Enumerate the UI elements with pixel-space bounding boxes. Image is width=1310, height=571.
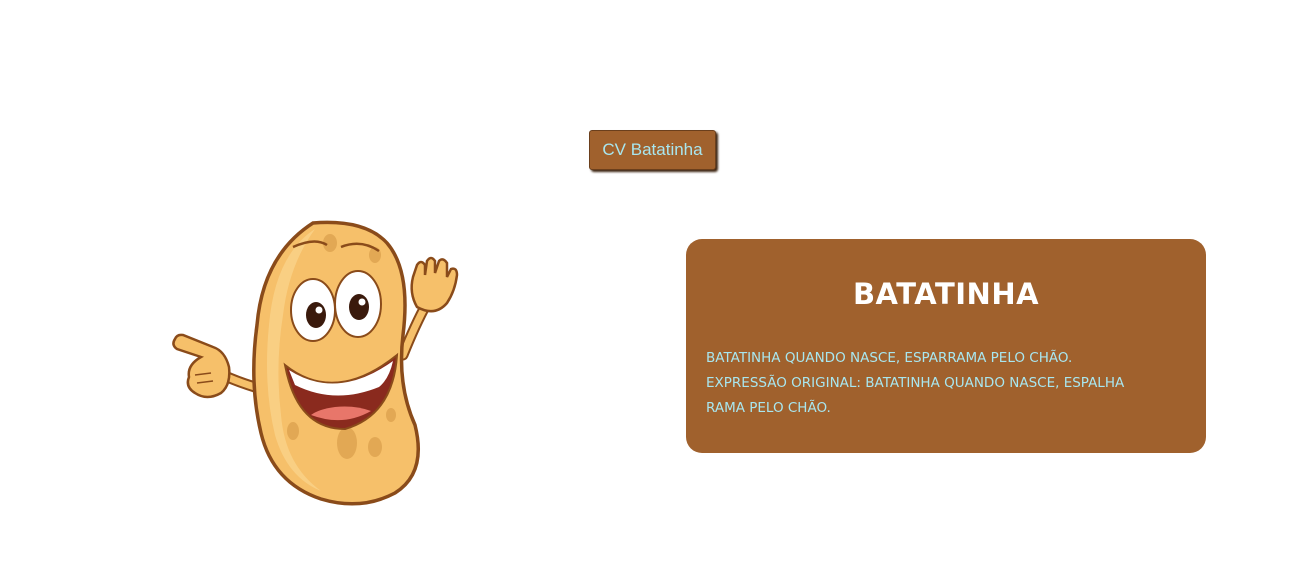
card-text-line-2: EXPRESSÃO ORIGINAL: BATATINHA QUANDO NAS… <box>706 375 1125 416</box>
card-text: BATATINHA QUANDO NASCE, ESPARRAMA PELO C… <box>706 346 1166 421</box>
info-card: BATATINHA BATATINHA QUANDO NASCE, ESPARR… <box>686 239 1206 453</box>
potato-mascot-icon <box>165 215 465 510</box>
card-title: BATATINHA <box>852 277 1040 311</box>
cv-batatinha-button[interactable]: CV Batatinha <box>589 130 716 170</box>
card-text-line-1: BATATINHA QUANDO NASCE, ESPARRAMA PELO C… <box>706 350 1073 366</box>
